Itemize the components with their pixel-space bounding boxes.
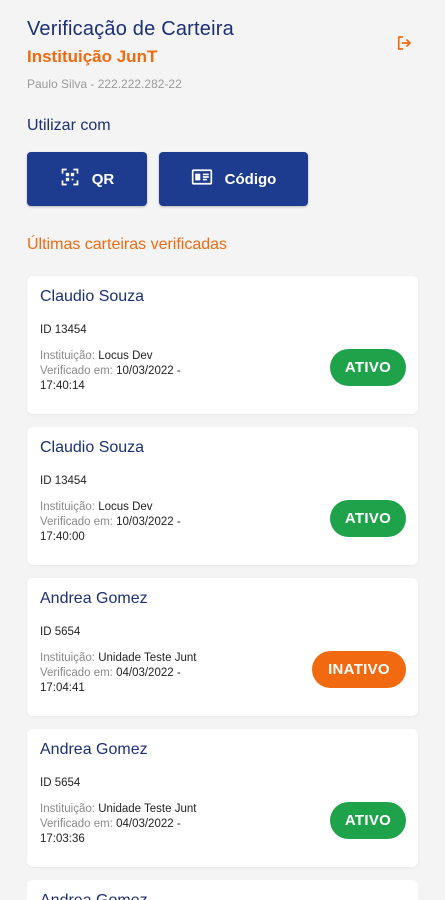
page-title: Verificação de Carteira [27, 18, 234, 40]
institution-value: Unidade Teste Junt [98, 652, 197, 664]
institution-label: Instituição: [40, 652, 95, 664]
holder-name: Andrea Gomez [40, 741, 148, 758]
status-badge: ATIVO [330, 349, 406, 386]
institution-label: Instituição: [40, 501, 95, 513]
qr-button-label: QR [91, 170, 115, 188]
holder-name: Andrea Gomez [40, 892, 405, 900]
holder-name: Andrea Gomez [40, 590, 148, 607]
institution-label: Instituição: [40, 803, 95, 815]
holder-id: ID 13454 [40, 475, 87, 487]
verified-date: 10/03/2022 - [116, 365, 181, 377]
holder-id: ID 13454 [40, 324, 87, 336]
status-badge: ATIVO [330, 802, 406, 839]
list-item[interactable]: Andrea Gomez ID 5654 Instituição: Unidad… [27, 578, 418, 716]
institution-label: Instituição: [40, 350, 95, 362]
verified-label: Verificado em: [40, 818, 113, 830]
holder-name: Claudio Souza [40, 439, 145, 456]
user-info: Paulo Silva - 222.222.282-22 [27, 77, 182, 91]
list-item[interactable]: Claudio Souza ID 13454 Instituição: Locu… [27, 276, 418, 414]
code-button-label: Código [224, 170, 277, 188]
institution-value: Locus Dev [98, 501, 153, 513]
verified-list: Claudio Souza ID 13454 Instituição: Locu… [27, 276, 418, 900]
id-card-icon [191, 168, 213, 190]
holder-id: ID 5654 [40, 626, 81, 638]
recent-section-title: Últimas carteiras verificadas [27, 236, 228, 253]
status-badge: INATIVO [312, 651, 406, 688]
verified-label: Verificado em: [40, 516, 113, 528]
holder-id: ID 5654 [40, 777, 81, 789]
list-item[interactable]: Claudio Souza ID 13454 Instituição: Locu… [27, 427, 418, 565]
verified-date: 04/03/2022 - [116, 818, 181, 830]
status-badge: ATIVO [330, 500, 406, 537]
list-item[interactable]: Andrea Gomez [27, 880, 418, 900]
use-with-label: Utilizar com [27, 117, 111, 134]
code-button[interactable]: Código [159, 152, 308, 206]
verified-date: 10/03/2022 - [116, 516, 181, 528]
qr-scan-icon [60, 167, 80, 191]
header: Verificação de Carteira Instituição JunT… [27, 18, 425, 91]
verified-label: Verificado em: [40, 365, 113, 377]
verified-date: 04/03/2022 - [116, 667, 181, 679]
holder-name: Claudio Souza [40, 288, 145, 305]
list-item[interactable]: Andrea Gomez ID 5654 Instituição: Unidad… [27, 729, 418, 867]
qr-button[interactable]: QR [27, 152, 147, 206]
institution-value: Locus Dev [98, 350, 153, 362]
verified-label: Verificado em: [40, 667, 113, 679]
institution-name: Instituição JunT [27, 47, 158, 66]
institution-value: Unidade Teste Junt [98, 803, 197, 815]
logout-icon[interactable] [393, 32, 415, 54]
